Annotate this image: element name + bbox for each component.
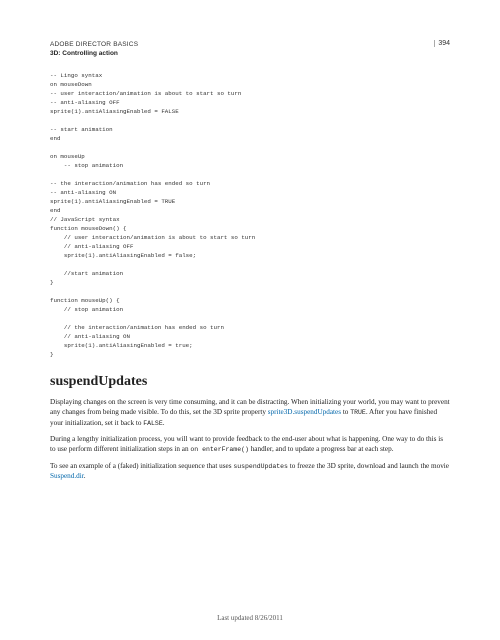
page-number: 394 bbox=[434, 40, 450, 47]
footer-updated: Last updated 8/26/2011 bbox=[0, 614, 500, 622]
code-block: -- Lingo syntax on mouseDown -- user int… bbox=[50, 72, 450, 360]
link-suspend-dir[interactable]: Suspend.dir bbox=[50, 472, 84, 480]
text: . bbox=[163, 419, 165, 427]
section-heading: suspendUpdates bbox=[50, 374, 450, 390]
inline-code: FALSE bbox=[143, 420, 163, 427]
page-content: ADOBE DIRECTOR BASICS 3D: Controlling ac… bbox=[0, 0, 500, 508]
header-title: ADOBE DIRECTOR BASICS bbox=[50, 40, 138, 49]
text: To see an example of a (faked) initializ… bbox=[50, 462, 233, 470]
page-header: ADOBE DIRECTOR BASICS 3D: Controlling ac… bbox=[50, 40, 450, 58]
header-left: ADOBE DIRECTOR BASICS 3D: Controlling ac… bbox=[50, 40, 138, 58]
inline-code: TRUE bbox=[350, 409, 366, 416]
paragraph-3: To see an example of a (faked) initializ… bbox=[50, 461, 450, 482]
inline-code: suspendUpdates bbox=[233, 463, 288, 470]
text: to bbox=[341, 408, 350, 416]
text: to freeze the 3D sprite, download and la… bbox=[288, 462, 449, 470]
link-suspendupdates-property[interactable]: sprite3D.suspendUpdates bbox=[268, 408, 341, 416]
paragraph-2: During a lengthy initialization process,… bbox=[50, 434, 450, 455]
paragraph-1: Displaying changes on the screen is very… bbox=[50, 397, 450, 428]
inline-code: on enterFrame() bbox=[190, 446, 249, 453]
text: . bbox=[84, 472, 86, 480]
text: handler, and to update a progress bar at… bbox=[249, 445, 394, 453]
header-chapter: 3D: Controlling action bbox=[50, 49, 138, 58]
